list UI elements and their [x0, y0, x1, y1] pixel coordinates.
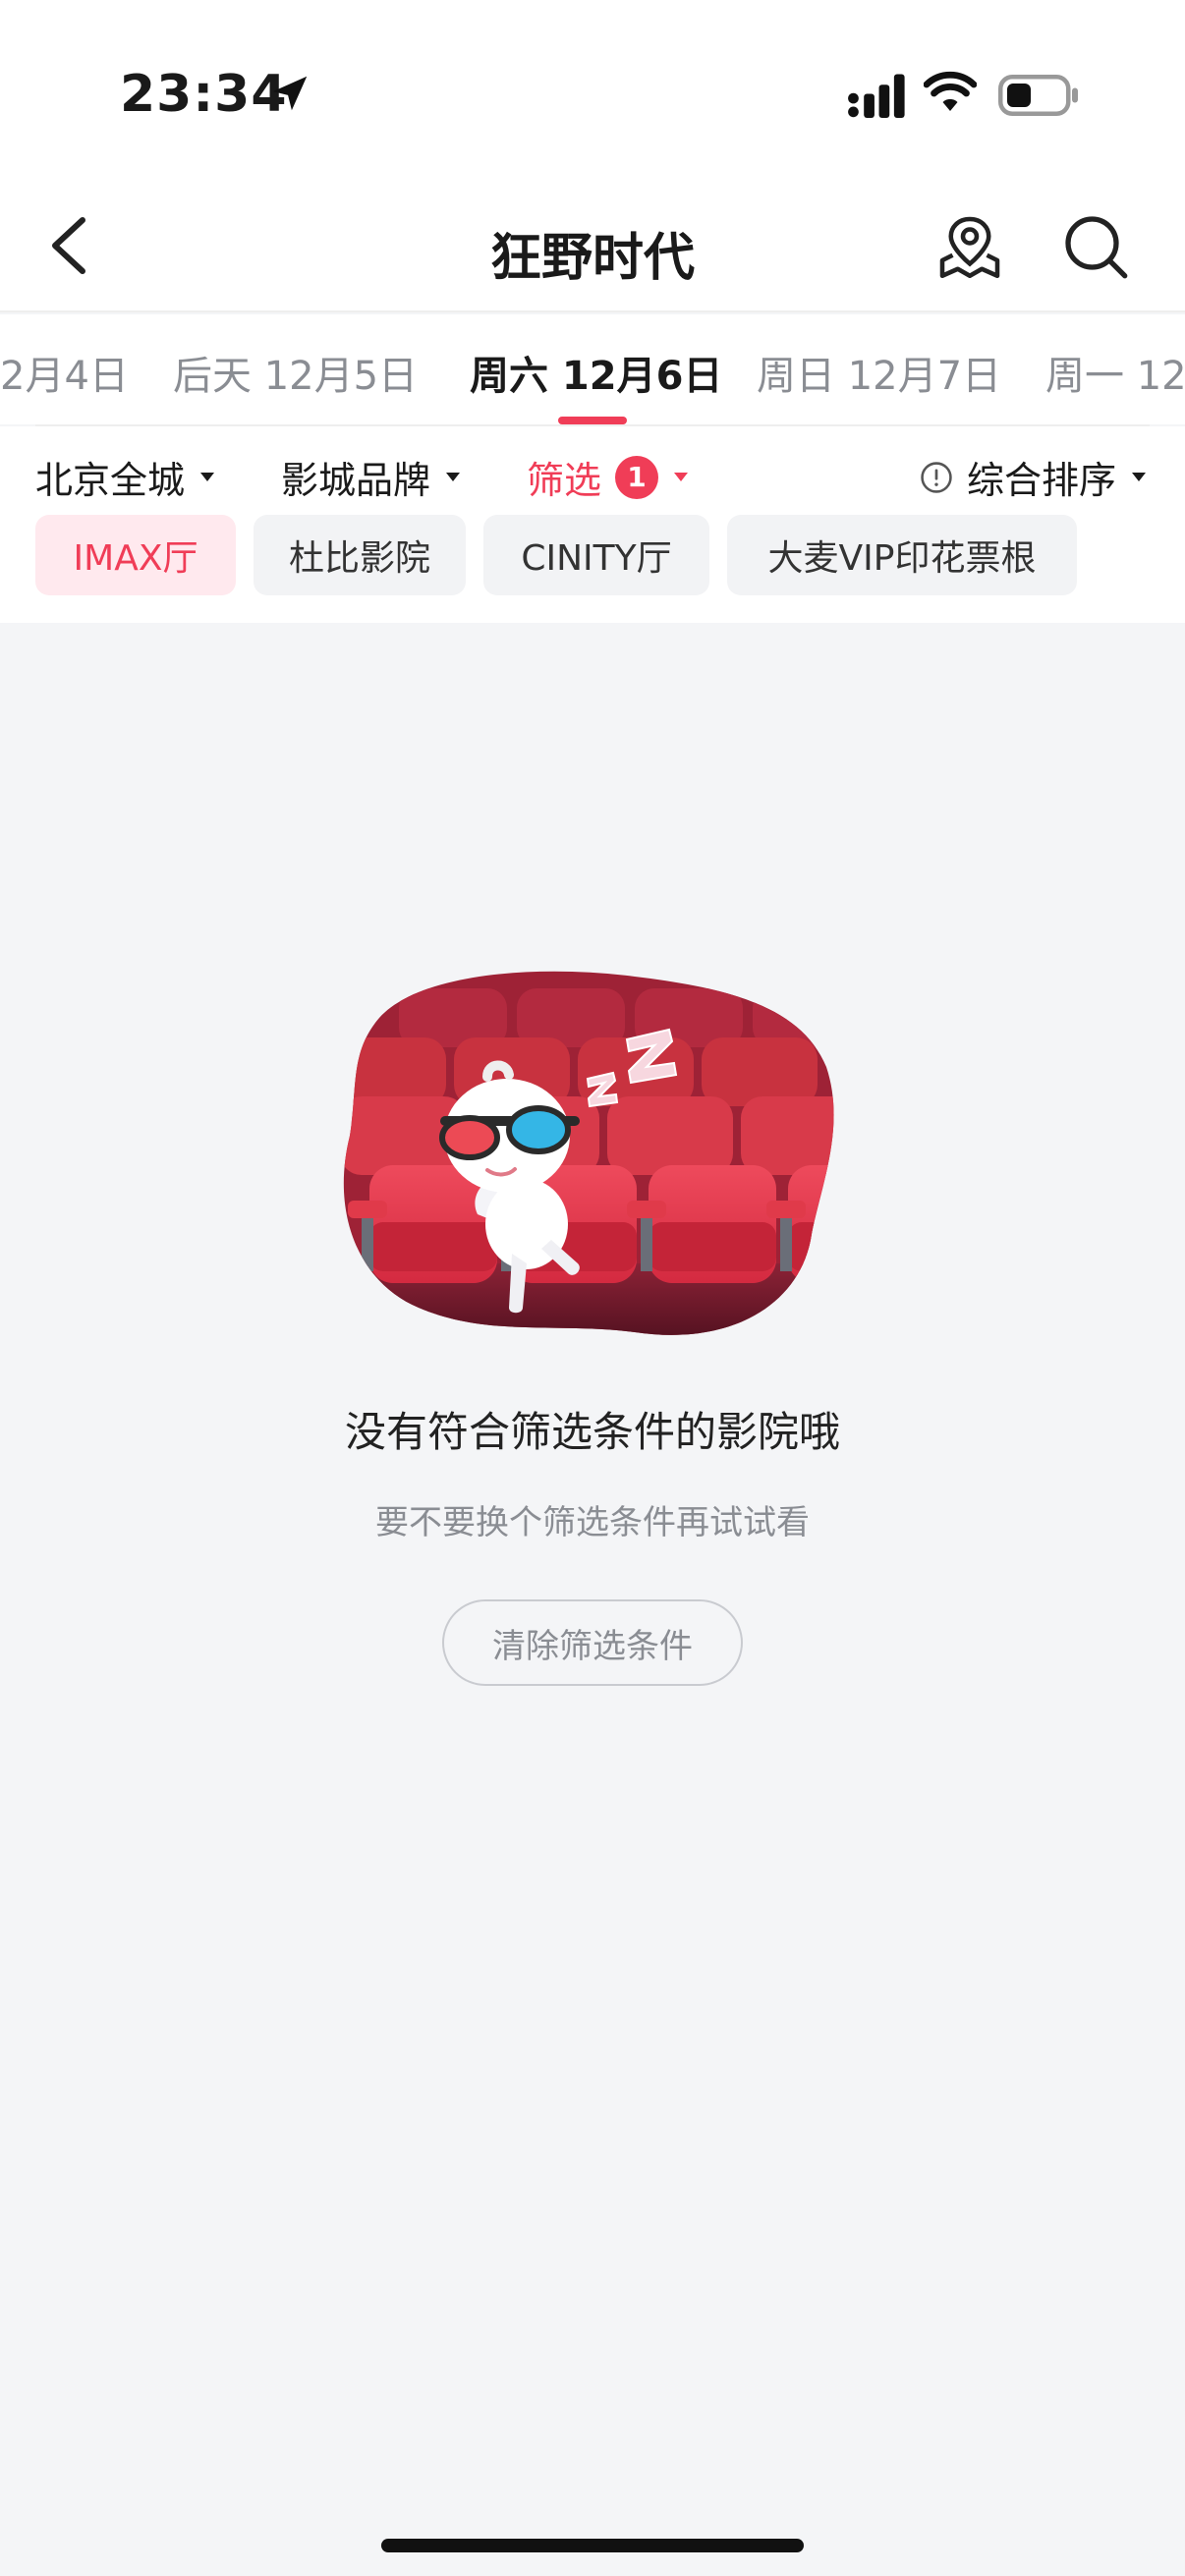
caret-down-icon: [446, 473, 461, 481]
date-tab-selected[interactable]: 周六 12月6日: [470, 344, 722, 401]
sort-filter[interactable]: 综合排序: [920, 450, 1147, 504]
chip-vip-ticket-stub[interactable]: 大麦VIP印花票根: [727, 515, 1077, 595]
search-icon[interactable]: [1061, 212, 1130, 281]
sort-filter-label: 综合排序: [967, 459, 1117, 502]
city-filter-label: 北京全城: [35, 459, 186, 502]
city-filter[interactable]: 北京全城: [35, 450, 215, 504]
chip-cinity[interactable]: CINITY厅: [483, 515, 709, 595]
date-tab[interactable]: 后天 12月5日: [173, 344, 418, 401]
date-tab-indicator: [558, 417, 627, 424]
cellular-signal-icon: [848, 74, 905, 118]
info-icon: [921, 461, 952, 493]
cinema-list-page: 23:34 狂野时代 2月4日 后天 12月5日 周六 12月6日 周日 12月…: [0, 0, 1185, 2576]
navigation-bar: 狂野时代: [0, 177, 1185, 312]
chip-imax[interactable]: IMAX厅: [35, 515, 236, 595]
empty-state-title: 没有符合筛选条件的影院哦: [344, 1408, 840, 1456]
date-tab[interactable]: 2月4日: [0, 344, 129, 401]
screen-filter-label: 筛选: [527, 459, 602, 502]
status-bar: 23:34: [0, 0, 1185, 177]
location-arrow-icon: [272, 76, 308, 111]
chip-dolby[interactable]: 杜比影院: [254, 515, 466, 595]
brand-filter[interactable]: 影城品牌: [281, 450, 461, 504]
caret-down-icon: [1132, 473, 1147, 481]
screen-filter[interactable]: 筛选 1: [527, 450, 689, 504]
home-indicator[interactable]: [381, 2539, 804, 2552]
filter-count-badge: 1: [615, 455, 659, 499]
caret-down-icon: [200, 473, 215, 481]
caret-down-icon: [674, 473, 689, 481]
filter-bar: 北京全城 影城品牌 筛选 1 综合排序 IMAX厅 杜比影院 CINITY厅 大…: [0, 426, 1185, 623]
date-tab[interactable]: 周一 12: [1045, 344, 1185, 401]
sleeping-cinema-illustration: [343, 971, 834, 1335]
date-tab[interactable]: 周日 12月7日: [757, 344, 1001, 401]
empty-state-subtitle: 要不要换个筛选条件再试试看: [375, 1503, 810, 1542]
map-pin-icon[interactable]: [935, 212, 1004, 281]
wifi-icon: [924, 71, 977, 111]
date-tabs: 2月4日 后天 12月5日 周六 12月6日 周日 12月7日 周一 12: [0, 314, 1185, 424]
battery-icon: [998, 75, 1078, 116]
page-title: 狂野时代: [489, 229, 695, 288]
status-time: 23:34: [120, 65, 288, 124]
clear-filters-button[interactable]: 清除筛选条件: [442, 1599, 743, 1686]
brand-filter-label: 影城品牌: [281, 459, 431, 502]
